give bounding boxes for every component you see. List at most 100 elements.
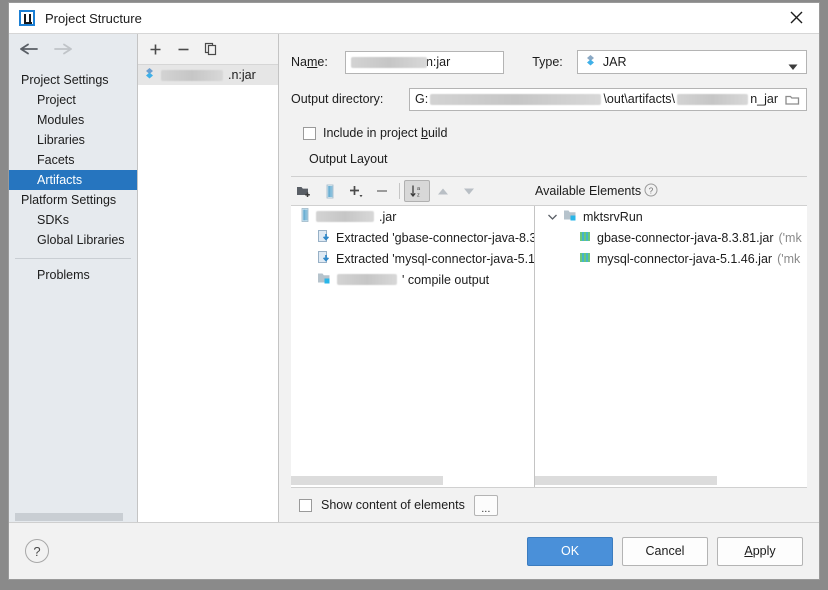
include-in-build-label: Include in project build: [323, 126, 448, 140]
artifact-type-select[interactable]: JAR: [576, 50, 807, 74]
layout-panes: .jar Extracted 'gbase-connector-java-8.3…: [291, 205, 807, 475]
show-content-row: Show content of elements ...: [291, 487, 807, 522]
title-bar: Project Structure: [9, 3, 819, 34]
help-button[interactable]: ?: [25, 539, 49, 563]
module-name: mktsrvRun: [583, 209, 643, 224]
available-elements-tree[interactable]: mktsrvRun gbase-connector-java-8.3.81.ja…: [535, 206, 807, 475]
include-in-build-checkbox[interactable]: [303, 126, 316, 140]
library-icon: [579, 251, 592, 267]
forward-arrow-icon: [53, 43, 73, 58]
tree-row[interactable]: .jar: [291, 206, 534, 227]
redacted-artifact-name: [161, 69, 223, 81]
tree-row[interactable]: mktsrvRun: [535, 206, 807, 227]
tree-row[interactable]: Extracted 'mysql-connector-java-5.1.46.j: [291, 248, 534, 269]
sidebar-item-facets[interactable]: Facets: [9, 150, 137, 170]
add-artifact-icon[interactable]: [147, 41, 163, 57]
library-mysql-source: ('mk: [777, 251, 801, 266]
move-down-icon[interactable]: [456, 180, 482, 202]
dialog-body: Project Settings Project Modules Librari…: [9, 34, 819, 522]
library-icon: [579, 230, 592, 246]
apply-button[interactable]: Apply: [717, 536, 803, 566]
tree-row[interactable]: ' compile output: [291, 269, 534, 290]
footer-buttons: OK Cancel Apply: [527, 536, 803, 566]
extracted-icon: [317, 229, 331, 246]
artifact-name-input[interactable]: un:jar: [345, 50, 505, 74]
artifacts-list-panel: .n:jar: [138, 34, 279, 522]
module-icon: [563, 208, 578, 225]
tree-row[interactable]: mysql-connector-java-5.1.46.jar ('mk: [535, 248, 807, 269]
sidebar-item-libraries[interactable]: Libraries: [9, 130, 137, 150]
move-up-icon[interactable]: [430, 180, 456, 202]
output-layout-tree[interactable]: .jar Extracted 'gbase-connector-java-8.3…: [291, 206, 535, 475]
cancel-button[interactable]: Cancel: [622, 536, 708, 566]
chevron-down-icon[interactable]: [547, 210, 558, 224]
window-title: Project Structure: [45, 10, 142, 26]
library-mysql-label: mysql-connector-java-5.1.46.jar: [597, 251, 773, 266]
sidebar-item-artifacts[interactable]: Artifacts: [9, 170, 137, 190]
name-label: Name:: [291, 55, 328, 69]
include-in-build-row: Include in project build: [291, 122, 807, 144]
output-layout-toolbar: a z Available Elements ?: [291, 176, 807, 205]
show-content-checkbox[interactable]: [299, 498, 312, 512]
copy-artifact-icon[interactable]: [203, 41, 219, 57]
remove-element-icon[interactable]: [369, 180, 395, 202]
tree-row[interactable]: Extracted 'gbase-connector-java-8.3.81.j: [291, 227, 534, 248]
back-arrow-icon[interactable]: [19, 43, 39, 58]
chevron-down-icon: [788, 60, 798, 74]
sidebar-item-modules[interactable]: Modules: [9, 110, 137, 130]
add-element-icon[interactable]: [343, 180, 369, 202]
module-output-icon: [317, 271, 332, 288]
available-elements-label: Available Elements: [535, 184, 642, 198]
ok-button[interactable]: OK: [527, 536, 613, 566]
extracted-mysql-label: Extracted 'mysql-connector-java-5.1.46.j: [336, 251, 535, 266]
output-directory-input[interactable]: G: \out\artifacts\ n_jar: [409, 87, 807, 111]
jar-icon: [299, 208, 311, 225]
close-icon[interactable]: [773, 3, 819, 32]
settings-tree: Project Settings Project Modules Librari…: [9, 66, 137, 512]
help-badge-icon[interactable]: ?: [644, 183, 658, 200]
name-and-type-row: Name: un:jar Type: JAR: [291, 48, 807, 76]
svg-text:a: a: [417, 186, 421, 192]
artifact-detail-pane: Name: un:jar Type: JAR Output directory:…: [279, 34, 819, 522]
sort-alphabetically-icon[interactable]: a z: [404, 180, 430, 202]
tree-row[interactable]: gbase-connector-java-8.3.81.jar ('mk: [535, 227, 807, 248]
output-directory-label: Output directory:: [291, 92, 384, 106]
output-directory-middle: \out\artifacts\: [603, 92, 676, 106]
output-directory-row: Output directory: G: \out\artifacts\ n_j…: [291, 86, 807, 112]
dialog-footer: ? OK Cancel Apply: [9, 522, 819, 579]
sidebar-item-global-libraries[interactable]: Global Libraries: [9, 230, 137, 250]
output-directory-suffix: n_jar: [750, 92, 778, 106]
output-tree-hscrollbar[interactable]: [291, 475, 535, 487]
svg-text:?: ?: [649, 186, 654, 195]
new-archive-icon[interactable]: [317, 180, 343, 202]
new-directory-icon[interactable]: [291, 180, 317, 202]
output-directory-prefix: G:: [415, 92, 429, 106]
folder-browse-icon[interactable]: [785, 93, 800, 109]
remove-artifact-icon[interactable]: [175, 41, 191, 57]
available-tree-hscrollbar[interactable]: [535, 475, 807, 487]
artifact-jar-icon: [143, 67, 156, 83]
list-item[interactable]: .n:jar: [138, 65, 278, 85]
artifact-type-value: JAR: [602, 55, 627, 69]
project-structure-dialog: Project Structure Project Settings Proje…: [8, 2, 820, 580]
extracted-gbase-label: Extracted 'gbase-connector-java-8.3.81.j: [336, 230, 534, 245]
artifact-name-suffix: .n:jar: [228, 68, 256, 82]
sidebar-item-sdks[interactable]: SDKs: [9, 210, 137, 230]
sidebar-group-project-settings: Project Settings: [21, 73, 109, 87]
sidebar-horizontal-scrollbar[interactable]: [9, 512, 137, 522]
navigation-arrows: [9, 34, 137, 66]
type-label: Type:: [532, 55, 563, 69]
show-content-label: Show content of elements: [321, 498, 465, 512]
compile-output-label: ' compile output: [402, 272, 490, 287]
settings-sidebar: Project Settings Project Modules Librari…: [9, 34, 138, 522]
sidebar-item-problems[interactable]: Problems: [9, 265, 137, 285]
library-gbase-source: ('mk: [778, 230, 802, 245]
sidebar-divider: [15, 258, 131, 259]
output-layout-heading: Output Layout: [309, 152, 388, 166]
toolbar-separator: [399, 183, 400, 199]
artifacts-list[interactable]: .n:jar: [138, 64, 278, 522]
more-options-button[interactable]: ...: [473, 494, 498, 516]
sidebar-group-platform-settings: Platform Settings: [21, 193, 117, 207]
sidebar-item-project[interactable]: Project: [9, 90, 137, 110]
available-elements-header: Available Elements ?: [535, 183, 807, 200]
